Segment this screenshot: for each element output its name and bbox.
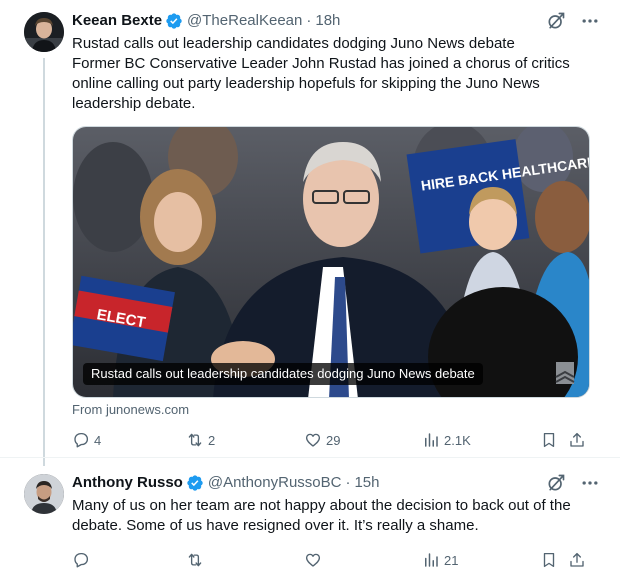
grok-icon[interactable] — [546, 11, 566, 31]
share-icon — [570, 432, 584, 447]
author-name[interactable]: Keean Bexte — [72, 11, 162, 31]
views-count: 2.1K — [444, 432, 471, 448]
avatar[interactable] — [24, 474, 64, 514]
bookmark-icon — [543, 432, 555, 448]
tweet-text-line: leadership debate. — [72, 95, 196, 112]
tweet-actions: 4 2 29 2.1K — [72, 429, 594, 451]
link-source[interactable]: From junonews.com — [72, 402, 189, 418]
tweet-text-line: Many of us on her team are not happy abo… — [72, 497, 571, 514]
like-button[interactable] — [304, 549, 326, 571]
verified-badge-icon — [187, 475, 203, 491]
bookmark-icon — [543, 552, 555, 568]
tweet-actions: 21 — [72, 549, 594, 571]
timestamp[interactable]: 15h — [354, 473, 379, 493]
tweet[interactable]: Anthony Russo @AnthonyRussoBC · 15h Many… — [0, 458, 620, 586]
retweet-button[interactable] — [186, 549, 208, 571]
views-chart-icon — [425, 433, 438, 447]
views-button[interactable]: 21 — [422, 549, 458, 571]
tweet-text-line: Rustad calls out leadership candidates d… — [72, 35, 515, 52]
reply-icon — [74, 552, 89, 568]
avatar-icon — [24, 474, 64, 514]
views-chart-icon — [425, 553, 438, 567]
tweet-header: Keean Bexte @TheRealKeean · 18h — [72, 11, 340, 31]
thread-connector-line — [43, 58, 45, 466]
retweet-button[interactable]: 2 — [186, 429, 215, 451]
news-photo: HIRE BACK HEALTHCARE HER — [73, 127, 589, 397]
bookmark-button[interactable] — [540, 549, 558, 571]
views-count: 21 — [444, 552, 459, 568]
views-button[interactable]: 2.1K — [422, 429, 471, 451]
heart-icon — [305, 433, 321, 447]
header-actions — [546, 473, 600, 493]
grok-icon[interactable] — [546, 473, 566, 493]
retweet-icon — [188, 553, 202, 567]
avatar-icon — [24, 12, 64, 52]
tweet-header: Anthony Russo @AnthonyRussoBC · 15h — [72, 473, 380, 493]
more-options-icon[interactable] — [580, 11, 600, 31]
share-button[interactable] — [568, 549, 586, 571]
author-handle[interactable]: @TheRealKeean — [187, 11, 302, 31]
tweet-text: Many of us on her team are not happy abo… — [72, 496, 602, 536]
more-options-icon[interactable] — [580, 473, 600, 493]
separator-dot: · — [345, 474, 351, 491]
verified-badge-icon — [166, 13, 182, 29]
article-icon — [555, 362, 575, 384]
heart-icon — [305, 553, 321, 567]
reply-button[interactable]: 4 — [72, 429, 101, 451]
tweet-text-line: debate. Some of us have resigned over it… — [72, 517, 479, 534]
tweet-text-line: Former BC Conservative Leader John Rusta… — [72, 55, 570, 72]
author-name[interactable]: Anthony Russo — [72, 473, 183, 493]
retweet-icon — [188, 433, 202, 447]
link-card-media[interactable]: HIRE BACK HEALTHCARE HER — [72, 126, 590, 398]
reply-button[interactable] — [72, 549, 94, 571]
retweet-count: 2 — [208, 432, 216, 448]
like-button[interactable]: 29 — [304, 429, 340, 451]
share-button[interactable] — [568, 429, 586, 451]
share-icon — [570, 552, 584, 567]
reply-icon — [74, 432, 89, 448]
avatar[interactable] — [24, 12, 64, 52]
separator-dot: · — [306, 12, 312, 29]
author-handle[interactable]: @AnthonyRussoBC — [208, 473, 342, 493]
tweet[interactable]: Keean Bexte @TheRealKeean · 18h Rustad c… — [0, 0, 620, 466]
reply-count: 4 — [94, 432, 102, 448]
bookmark-button[interactable] — [540, 429, 558, 451]
media-caption: Rustad calls out leadership candidates d… — [83, 363, 483, 385]
tweet-text: Rustad calls out leadership candidates d… — [72, 34, 602, 114]
tweet-text-line: online calling out party leadership hope… — [72, 75, 540, 92]
like-count: 29 — [326, 432, 341, 448]
timestamp[interactable]: 18h — [315, 11, 340, 31]
header-actions — [546, 11, 600, 31]
